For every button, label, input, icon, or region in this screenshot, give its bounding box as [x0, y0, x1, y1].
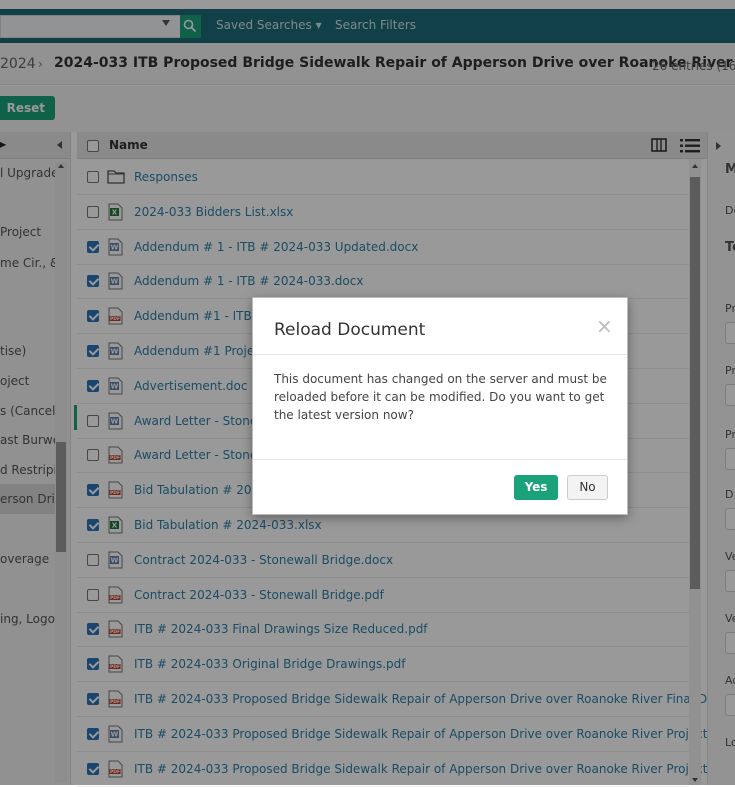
dialog-title: Reload Document [274, 320, 426, 340]
no-button[interactable]: No [567, 475, 608, 500]
close-icon[interactable]: × [596, 316, 613, 336]
dialog-divider [253, 354, 627, 355]
dialog-divider [253, 459, 627, 460]
reload-document-dialog: Reload Document × This document has chan… [252, 297, 628, 515]
yes-button[interactable]: Yes [514, 475, 558, 500]
dialog-message: This document has changed on the server … [274, 372, 607, 422]
